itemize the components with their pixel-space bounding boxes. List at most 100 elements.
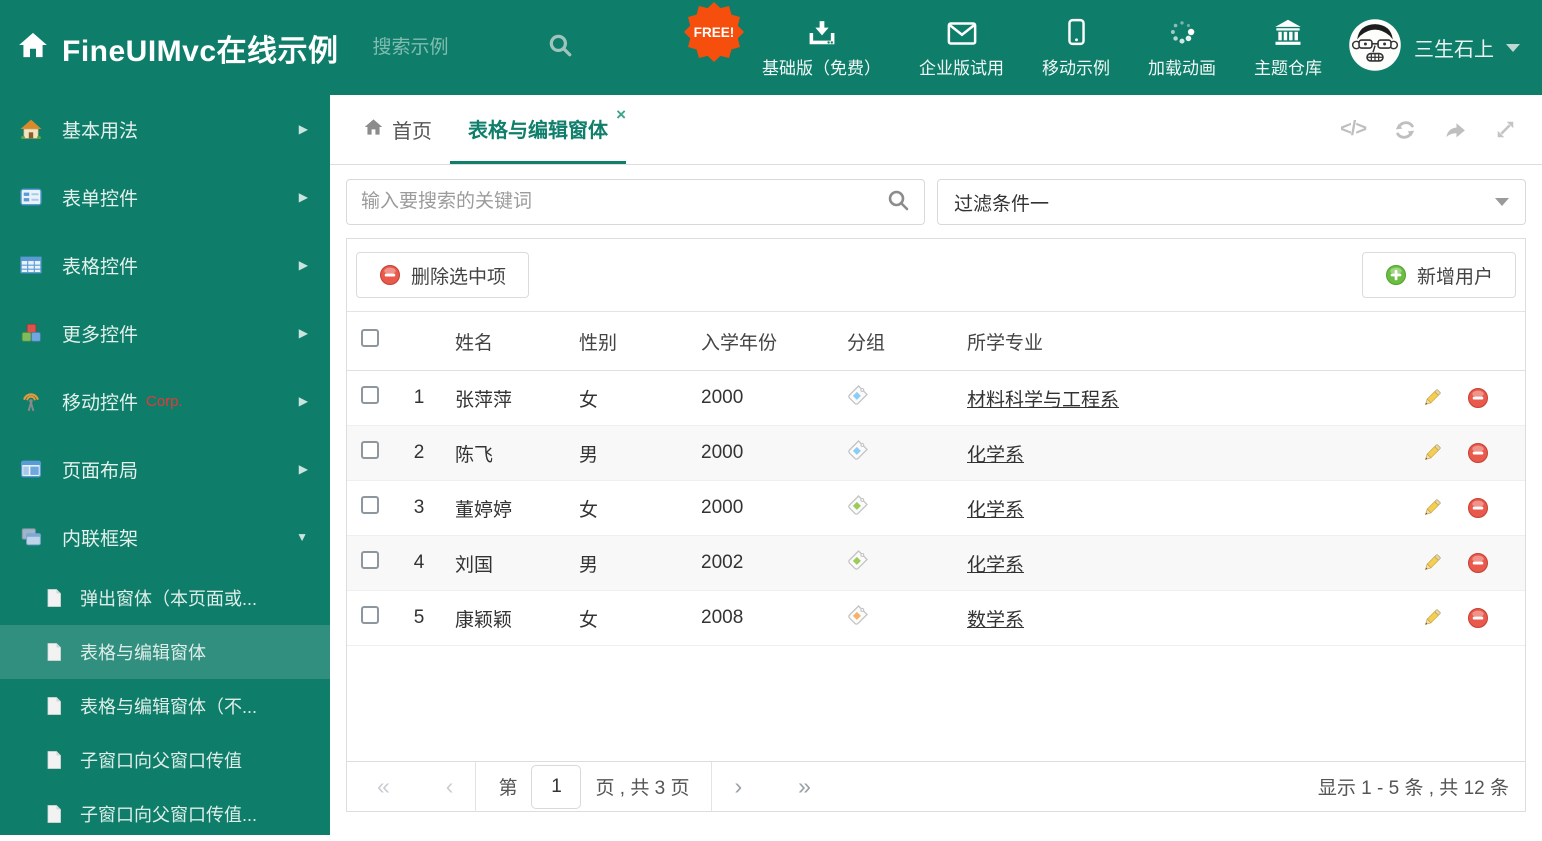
chevron-right-icon: ▶ (298, 122, 308, 136)
sidebar: 基本用法 ▶ 表单控件 ▶ 表格控件 ▶ 更多控件 ▶ 移动控件 Corp. ▶ (0, 95, 330, 835)
delete-selected-button[interactable]: 删除选中项 (356, 252, 530, 298)
sidebar-subitem-label: 表格与编辑窗体 (80, 643, 206, 663)
expand-icon[interactable] (1495, 119, 1516, 140)
user-menu[interactable]: 三生石上 (1348, 18, 1542, 77)
table-row: 4 刘国 男 2002 化学系 (347, 536, 1525, 591)
user-name: 三生石上 (1414, 39, 1494, 61)
major-link[interactable]: 化学系 (967, 445, 1024, 466)
row-index: 1 (413, 387, 425, 408)
pencil-edit-icon[interactable] (1421, 607, 1443, 629)
column-header-gender: 性别 (579, 332, 618, 354)
table-row: 1 张萍萍 女 2000 材料科学与工程系 (347, 371, 1525, 426)
close-icon[interactable]: × (616, 106, 626, 123)
chevron-down-icon: ▼ (296, 530, 308, 544)
page-label-before: 第 (498, 778, 518, 799)
header-search-input[interactable] (372, 36, 533, 59)
search-icon[interactable] (886, 188, 910, 217)
sidebar-item-label: 页面布局 (62, 460, 139, 482)
pencil-edit-icon[interactable] (1421, 552, 1443, 574)
minus-delete-icon[interactable] (1467, 442, 1489, 464)
refresh-icon[interactable] (1394, 119, 1416, 141)
sidebar-item-grid-controls[interactable]: 表格控件 ▶ (0, 231, 330, 299)
pencil-edit-icon[interactable] (1421, 442, 1443, 464)
sidebar-subitem-popup-window[interactable]: 弹出窗体（本页面或... (0, 571, 330, 625)
sidebar-subitem-child-to-parent[interactable]: 子窗口向父窗口传值 (0, 733, 330, 787)
nav-loading-anim[interactable]: 加载动画 (1148, 16, 1216, 79)
pencil-edit-icon[interactable] (1421, 387, 1443, 409)
row-checkbox[interactable] (361, 551, 379, 569)
prev-page-button[interactable]: ‹ (446, 775, 454, 798)
sidebar-item-mobile-controls[interactable]: 移动控件 Corp. ▶ (0, 367, 330, 435)
brand[interactable]: FineUIMvc在线示例 (0, 26, 339, 70)
sidebar-subitem-grid-edit-window[interactable]: 表格与编辑窗体 (0, 625, 330, 679)
tab-label: 表格与编辑窗体 (468, 119, 608, 142)
grid-panel: 删除选中项 新增用户 姓名 性别 入学年份 分组 所学专业 1 张萍萍 女 20… (346, 238, 1526, 812)
forward-icon[interactable] (1444, 119, 1467, 140)
layout-icon (20, 458, 44, 480)
major-link[interactable]: 化学系 (967, 500, 1024, 521)
code-icon[interactable]: </> (1340, 118, 1367, 141)
nav-basic-free[interactable]: 基础版（免费） (762, 16, 881, 79)
filter-dropdown[interactable]: 过滤条件一 (937, 179, 1526, 225)
page-icon (44, 804, 64, 824)
sidebar-item-label: 表格控件 (62, 256, 139, 278)
tag-icon (847, 494, 869, 516)
select-all-checkbox[interactable] (361, 329, 379, 347)
nav-theme-store[interactable]: 主题仓库 (1254, 16, 1322, 79)
tag-icon (847, 549, 869, 571)
sidebar-item-basic-usage[interactable]: 基本用法 ▶ (0, 95, 330, 163)
page-number-input[interactable] (531, 764, 582, 809)
row-checkbox[interactable] (361, 606, 379, 624)
first-page-button[interactable]: « (377, 775, 390, 798)
cell-year: 2000 (701, 497, 744, 518)
nav-label: 移动示例 (1042, 59, 1110, 78)
major-link[interactable]: 化学系 (967, 555, 1024, 576)
major-link[interactable]: 材料科学与工程系 (967, 390, 1119, 411)
corp-badge: Corp. (146, 392, 183, 410)
major-link[interactable]: 数学系 (967, 610, 1024, 631)
row-checkbox[interactable] (361, 386, 379, 404)
next-page-button[interactable]: › (734, 775, 742, 798)
keyword-search-input[interactable] (361, 191, 886, 213)
sidebar-item-page-layout[interactable]: 页面布局 ▶ (0, 435, 330, 503)
row-index: 2 (413, 442, 425, 463)
nav-enterprise-trial[interactable]: 企业版试用 (919, 16, 1004, 79)
sidebar-subitem-label: 弹出窗体（本页面或... (80, 589, 258, 609)
sidebar-subitem-label: 表格与编辑窗体（不... (80, 697, 258, 717)
cell-name: 刘国 (455, 554, 494, 576)
minus-delete-icon[interactable] (1467, 552, 1489, 574)
frames-icon (20, 526, 44, 548)
minus-delete-icon[interactable] (1467, 497, 1489, 519)
column-header-group: 分组 (847, 332, 886, 354)
nav-mobile-demo[interactable]: 移动示例 (1042, 16, 1110, 79)
last-page-button[interactable]: » (798, 775, 811, 798)
pencil-edit-icon[interactable] (1421, 497, 1443, 519)
table-header: 姓名 性别 入学年份 分组 所学专业 (347, 311, 1525, 371)
sidebar-item-label: 内联框架 (62, 528, 139, 550)
column-header-major: 所学专业 (967, 332, 1044, 354)
envelope-icon (947, 16, 977, 46)
tab-grid-edit-window[interactable]: 表格与编辑窗体 × (450, 95, 626, 164)
sidebar-item-more-controls[interactable]: 更多控件 ▶ (0, 299, 330, 367)
minus-delete-icon[interactable] (1467, 607, 1489, 629)
cell-gender: 男 (579, 444, 599, 466)
filter-bar: 过滤条件一 (346, 179, 1526, 225)
sidebar-subitem-child-to-parent-2[interactable]: 子窗口向父窗口传值... (0, 787, 330, 841)
sidebar-item-inline-frame[interactable]: 内联框架 ▼ (0, 503, 330, 571)
add-user-button[interactable]: 新增用户 (1361, 252, 1516, 298)
row-checkbox[interactable] (361, 496, 379, 514)
sidebar-subitem-grid-edit-window-2[interactable]: 表格与编辑窗体（不... (0, 679, 330, 733)
search-icon[interactable] (547, 32, 573, 63)
row-checkbox[interactable] (361, 441, 379, 459)
tab-home[interactable]: 首页 (346, 95, 450, 164)
sidebar-item-form-controls[interactable]: 表单控件 ▶ (0, 163, 330, 231)
page-label-after: 页 , 共 3 页 (595, 778, 690, 799)
minus-delete-icon (379, 264, 401, 286)
page-icon (44, 642, 64, 662)
nav-label: 基础版（免费） (762, 59, 881, 78)
header-nav: 基础版（免费） 企业版试用 移动示例 加载动画 主题仓库 (762, 16, 1348, 79)
header-search (372, 32, 573, 63)
antenna-icon (20, 390, 44, 412)
minus-delete-icon[interactable] (1467, 387, 1489, 409)
filter-dropdown-value: 过滤条件一 (954, 193, 1050, 215)
